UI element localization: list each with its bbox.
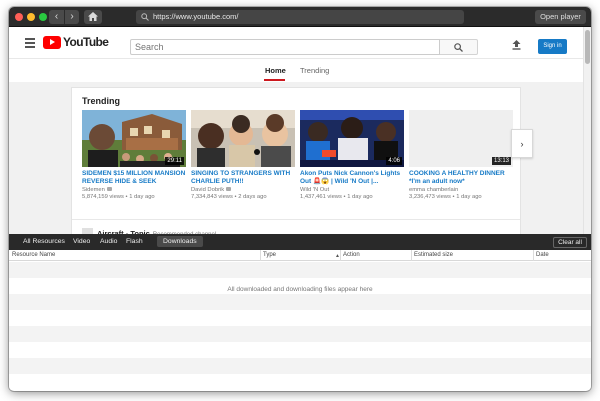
video-meta: 5,874,159 views • 1 day ago [82,194,186,201]
thumbnail-image [191,110,295,167]
meta-separator: • [125,194,128,200]
youtube-logo[interactable]: YouTube [43,35,109,49]
channel-name: emma chamberlain [409,187,459,193]
view-count: 7,334,843 views [191,194,233,200]
tab-home[interactable]: Home [265,66,286,75]
home-button[interactable] [84,10,102,24]
column-action[interactable]: Action [343,252,360,258]
resources-table-body [9,262,591,391]
video-duration: 4:06 [386,157,402,165]
video-thumbnail[interactable] [191,110,295,167]
feed-tabs: Home Trending [9,60,583,82]
browser-window: ‹ › https://www.youtube.com/ Open player… [9,7,591,391]
video-channel[interactable]: emma chamberlain [409,186,513,194]
youtube-content: Home Trending Trending 29:11 SIDEMEN $15… [9,60,583,242]
video-card[interactable]: 29:11 SIDEMEN $15 MILLION MANSION REVERS… [82,110,186,201]
close-window-button[interactable] [15,13,23,21]
channel-name: Sidemen [82,187,105,193]
video-title[interactable]: Akon Puts Nick Cannon's Lights Out 🚨😱 | … [300,170,404,185]
video-card[interactable]: SINGING TO STRANGERS WITH CHARLIE PUTH!!… [191,110,295,201]
youtube-play-icon [43,35,61,49]
search-input[interactable] [130,39,440,55]
search-bar [130,39,478,55]
forward-button[interactable]: › [64,10,79,24]
title-bar: ‹ › https://www.youtube.com/ Open player [9,7,591,27]
video-meta: 7,334,843 views • 2 days ago [191,194,295,201]
view-count: 3,236,473 views [409,194,451,200]
verified-icon [226,187,232,192]
url-text: https://www.youtube.com/ [153,12,239,21]
video-thumbnail[interactable]: 29:11 [82,110,186,167]
view-count: 1,437,461 views [300,194,342,200]
empty-state-message: All downloaded and downloading files app… [227,286,373,293]
zoom-window-button[interactable] [39,13,47,21]
upload-icon[interactable] [512,40,521,50]
chevron-right-icon: › [520,139,524,149]
shelf-divider [72,219,520,220]
upload-age: 1 day ago [347,194,373,200]
view-count: 5,874,159 views [82,194,124,200]
video-duration: 29:11 [165,157,184,165]
video-title[interactable]: COOKING A HEALTHY DINNER *I'm an adult n… [409,170,513,185]
clear-all-button[interactable]: Clear all [553,237,587,248]
video-meta: 1,437,461 views • 1 day ago [300,194,404,201]
search-button[interactable] [440,39,478,55]
youtube-header: YouTube Sign in [9,27,583,59]
resources-table-header: Resource Name Type ▲ Action Estimated si… [9,250,591,261]
video-title[interactable]: SIDEMEN $15 MILLION MANSION REVERSE HIDE… [82,170,186,185]
trending-shelf: Trending 29:11 SIDEMEN $15 MILLION MANSI… [71,87,533,242]
logo-text: YouTube [63,35,109,49]
navigation-buttons: ‹ › [49,10,79,24]
upload-age: 1 day ago [456,194,482,200]
meta-separator: • [452,194,455,200]
verified-icon [106,187,112,192]
upload-age: 1 day ago [129,194,155,200]
column-estimated-size[interactable]: Estimated size [414,252,453,258]
video-thumbnail[interactable]: 4:06 [300,110,404,167]
video-duration: 13:13 [491,157,511,165]
tab-trending[interactable]: Trending [300,66,329,75]
section-title[interactable]: Trending [82,96,120,106]
channel-name: Wild 'N Out [300,187,330,193]
tab-downloads[interactable]: Downloads [157,236,203,247]
home-icon [88,12,98,21]
search-icon [141,13,149,21]
column-date[interactable]: Date [536,252,549,258]
column-type[interactable]: Type [263,252,276,258]
address-bar[interactable]: https://www.youtube.com/ [136,10,464,24]
open-player-button[interactable]: Open player [535,10,586,24]
video-meta: 3,236,473 views • 1 day ago [409,194,513,201]
channel-name: David Dobrik [191,187,225,193]
video-card[interactable]: 4:06 Akon Puts Nick Cannon's Lights Out … [300,110,404,201]
column-resource-name[interactable]: Resource Name [12,252,55,258]
video-channel[interactable]: Sidemen [82,186,186,194]
meta-separator: • [234,194,237,200]
shelf-next-button[interactable]: › [511,129,533,158]
meta-separator: • [343,194,346,200]
tab-video[interactable]: Video [73,238,90,245]
sign-in-button[interactable]: Sign in [538,39,567,54]
video-channel[interactable]: Wild 'N Out [300,186,404,194]
video-title[interactable]: SINGING TO STRANGERS WITH CHARLIE PUTH!! [191,170,295,185]
tab-flash[interactable]: Flash [126,238,143,245]
menu-icon[interactable] [25,38,35,50]
scrollbar-thumb[interactable] [585,30,590,64]
video-card[interactable]: 13:13 COOKING A HEALTHY DINNER *I'm an a… [409,110,513,201]
tab-all-resources[interactable]: All Resources [23,238,65,245]
search-icon [454,43,463,52]
upload-age: 2 days ago [238,194,267,200]
tab-audio[interactable]: Audio [100,238,117,245]
video-thumbnail[interactable]: 13:13 [409,110,513,167]
video-channel[interactable]: David Dobrik [191,186,295,194]
back-button[interactable]: ‹ [49,10,64,24]
page-scrollbar[interactable] [583,27,591,234]
resources-toolbar: All Resources Video Audio Flash Download… [9,234,591,250]
minimize-window-button[interactable] [27,13,35,21]
active-tab-indicator [264,79,285,81]
